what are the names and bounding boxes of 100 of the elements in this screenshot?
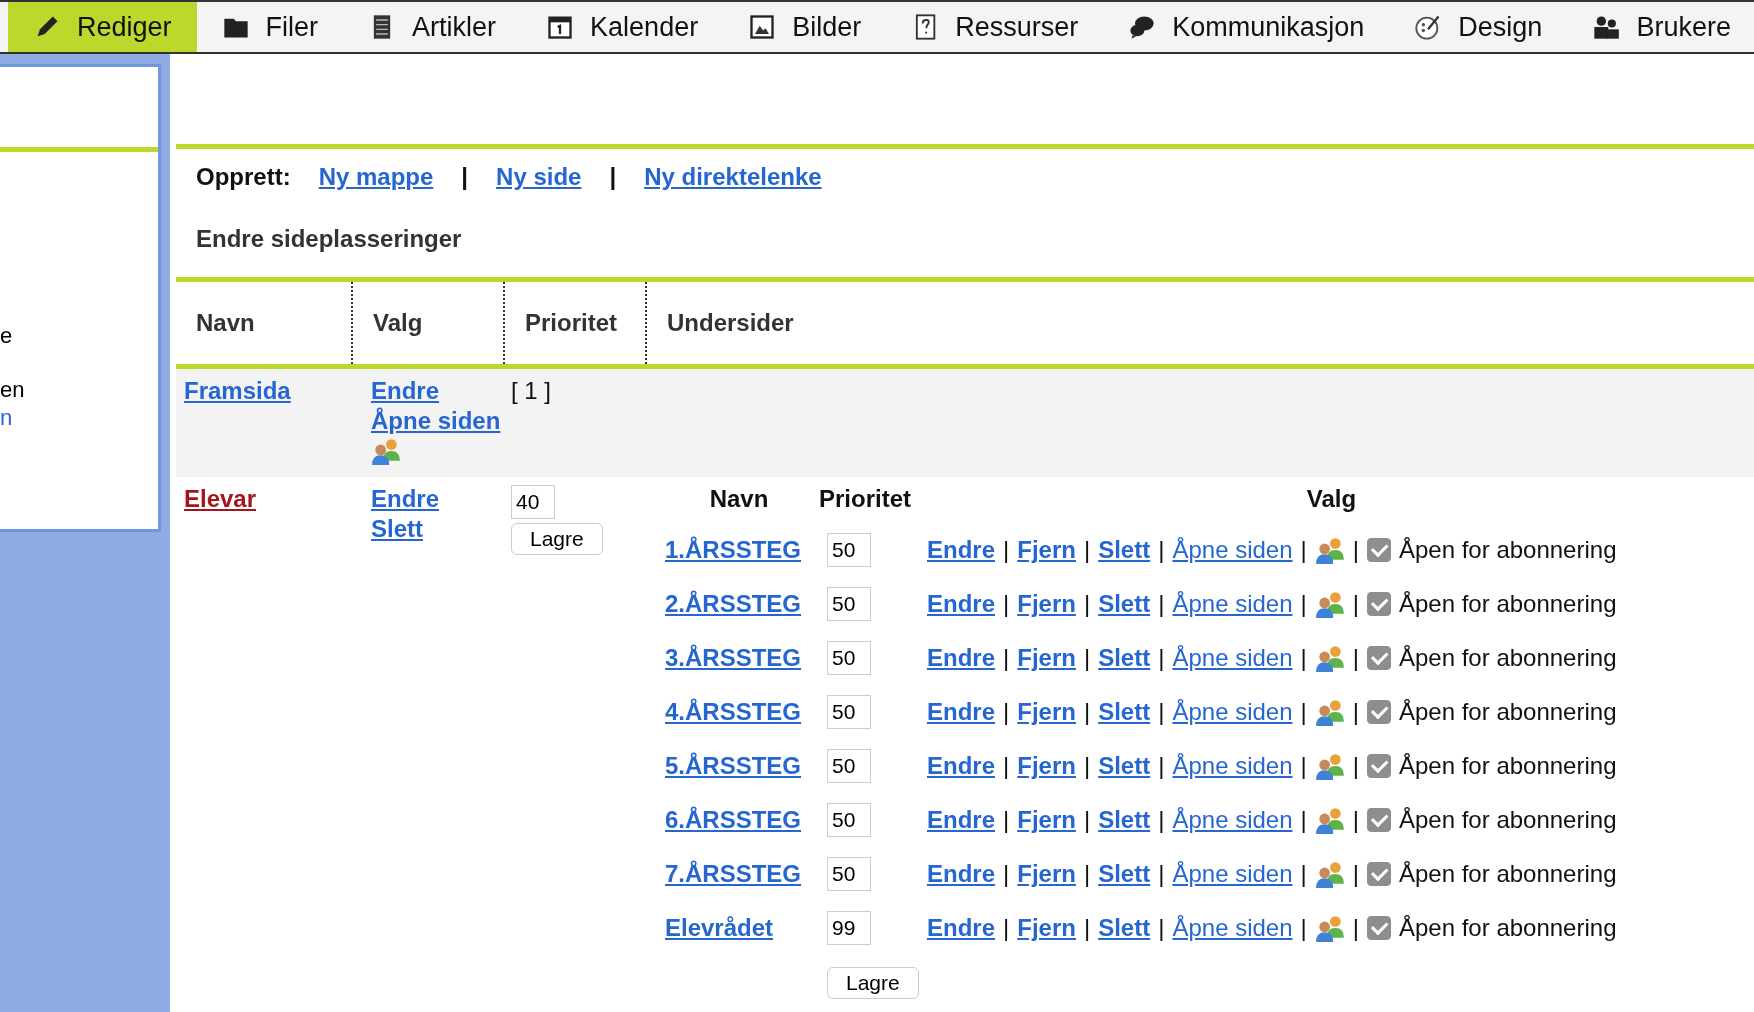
action-link[interactable]: Slett: [1098, 806, 1151, 834]
nav-tab[interactable]: Kalender: [521, 2, 724, 52]
separator: |: [1158, 644, 1165, 672]
action-link[interactable]: Fjern: [1017, 698, 1076, 726]
open-page-link[interactable]: Åpne siden: [1172, 806, 1293, 834]
action-link[interactable]: Slett: [1098, 752, 1151, 780]
action-link[interactable]: Fjern: [1017, 752, 1076, 780]
action-link[interactable]: Fjern: [1017, 644, 1076, 672]
checkbox-label: Åpen for abonnering: [1399, 536, 1617, 564]
separator: |: [609, 163, 617, 191]
separator: |: [1083, 806, 1091, 834]
action-link[interactable]: Slett: [1098, 914, 1151, 942]
nav-tab[interactable]: Bilder: [723, 2, 887, 52]
subpage-link[interactable]: 4.ÅRSSTEG: [665, 698, 802, 725]
subpage-link[interactable]: 2.ÅRSSTEG: [665, 590, 802, 617]
action-link[interactable]: Slett: [1098, 536, 1151, 564]
users-icon[interactable]: [1314, 698, 1345, 726]
priority-input[interactable]: 50: [827, 857, 871, 891]
sidebar-link[interactable]: n: [0, 404, 158, 432]
nav-tab[interactable]: Artikler: [343, 2, 522, 52]
priority-input[interactable]: 50: [827, 533, 871, 567]
section-title: Endre sideplasseringer: [195, 224, 463, 254]
priority-input[interactable]: 99: [827, 911, 871, 945]
open-page-link[interactable]: Åpne siden: [1172, 536, 1293, 564]
option-link[interactable]: Slett: [371, 515, 423, 543]
checkbox[interactable]: [1367, 646, 1391, 670]
priority-input[interactable]: 50: [827, 803, 871, 837]
separator: |: [1352, 860, 1359, 888]
checkbox[interactable]: [1367, 700, 1391, 724]
users-icon[interactable]: [1314, 590, 1345, 618]
open-page-link[interactable]: Åpne siden: [1172, 590, 1293, 618]
checkbox-label: Åpen for abonnering: [1399, 698, 1617, 726]
action-link[interactable]: Fjern: [1017, 536, 1076, 564]
action-link[interactable]: Endre: [927, 752, 995, 780]
open-page-link[interactable]: Åpne siden: [1172, 698, 1293, 726]
option-link[interactable]: Endre: [371, 377, 439, 405]
separator: |: [1300, 914, 1307, 942]
option-link[interactable]: Endre: [371, 485, 439, 513]
action-link[interactable]: Slett: [1098, 590, 1151, 618]
nav-tab[interactable]: Kommunikasjon: [1103, 2, 1390, 52]
checkbox[interactable]: [1367, 862, 1391, 886]
users-icon[interactable]: [1314, 536, 1345, 564]
create-link[interactable]: Ny mappe: [318, 163, 434, 191]
action-link[interactable]: Slett: [1098, 644, 1151, 672]
action-link[interactable]: Slett: [1098, 860, 1151, 888]
action-link[interactable]: Endre: [927, 860, 995, 888]
open-page-link[interactable]: Åpne siden: [1172, 644, 1293, 672]
users-icon[interactable]: [1314, 860, 1345, 888]
checkbox[interactable]: [1367, 538, 1391, 562]
nav-tab[interactable]: Filer: [196, 2, 344, 52]
subpage-link[interactable]: 7.ÅRSSTEG: [665, 860, 802, 887]
page-link[interactable]: Elevar: [184, 485, 257, 512]
action-link[interactable]: Endre: [927, 536, 995, 564]
subpage-link[interactable]: 6.ÅRSSTEG: [665, 806, 802, 833]
column-header: Valg: [1305, 485, 1358, 513]
nav-tab[interactable]: Ressurser: [886, 2, 1104, 52]
subpage-link[interactable]: 3.ÅRSSTEG: [665, 644, 802, 671]
subpage-link[interactable]: Elevrådet: [665, 914, 774, 941]
users-icon[interactable]: [1314, 914, 1345, 942]
open-page-link[interactable]: Åpne siden: [1172, 914, 1293, 942]
create-link[interactable]: Ny direktelenke: [644, 163, 822, 191]
subpage-link[interactable]: 1.ÅRSSTEG: [665, 536, 802, 563]
action-link[interactable]: Endre: [927, 590, 995, 618]
action-link[interactable]: Fjern: [1017, 860, 1076, 888]
nav-tab[interactable]: Brukere: [1567, 2, 1754, 52]
checkbox[interactable]: [1367, 916, 1391, 940]
checkbox[interactable]: [1367, 808, 1391, 832]
priority-input[interactable]: 50: [827, 587, 871, 621]
action-link[interactable]: Endre: [927, 698, 995, 726]
action-link[interactable]: Endre: [927, 644, 995, 672]
page-link[interactable]: Framsida: [184, 377, 291, 404]
checkbox-label: Åpen for abonnering: [1399, 914, 1617, 942]
priority-input[interactable]: 50: [827, 695, 871, 729]
action-link[interactable]: Endre: [927, 914, 995, 942]
nav-tab[interactable]: Design: [1389, 2, 1568, 52]
users-icon[interactable]: [1314, 644, 1345, 672]
action-link[interactable]: Fjern: [1017, 590, 1076, 618]
open-page-link[interactable]: Åpne siden: [1172, 752, 1293, 780]
option-link[interactable]: Åpne siden: [371, 407, 501, 435]
subpage-link[interactable]: 5.ÅRSSTEG: [665, 752, 802, 779]
action-link[interactable]: Fjern: [1017, 806, 1076, 834]
priority-input[interactable]: 40: [511, 485, 555, 519]
save-button[interactable]: Lagre: [511, 523, 603, 555]
checkbox[interactable]: [1367, 754, 1391, 778]
checkbox[interactable]: [1367, 592, 1391, 616]
open-page-link[interactable]: Åpne siden: [1172, 860, 1293, 888]
nav-tab[interactable]: Rediger: [8, 2, 197, 52]
priority-input[interactable]: 50: [827, 749, 871, 783]
users-icon[interactable]: [371, 437, 401, 465]
save-button[interactable]: Lagre: [827, 967, 919, 999]
separator: |: [1003, 536, 1010, 564]
priority-input[interactable]: 50: [827, 641, 871, 675]
separator: |: [1300, 806, 1307, 834]
users-icon[interactable]: [1314, 806, 1345, 834]
users-icon[interactable]: [1314, 752, 1345, 780]
separator: |: [1158, 914, 1165, 942]
action-link[interactable]: Endre: [927, 806, 995, 834]
create-link[interactable]: Ny side: [496, 163, 582, 191]
action-link[interactable]: Fjern: [1017, 914, 1076, 942]
action-link[interactable]: Slett: [1098, 698, 1151, 726]
